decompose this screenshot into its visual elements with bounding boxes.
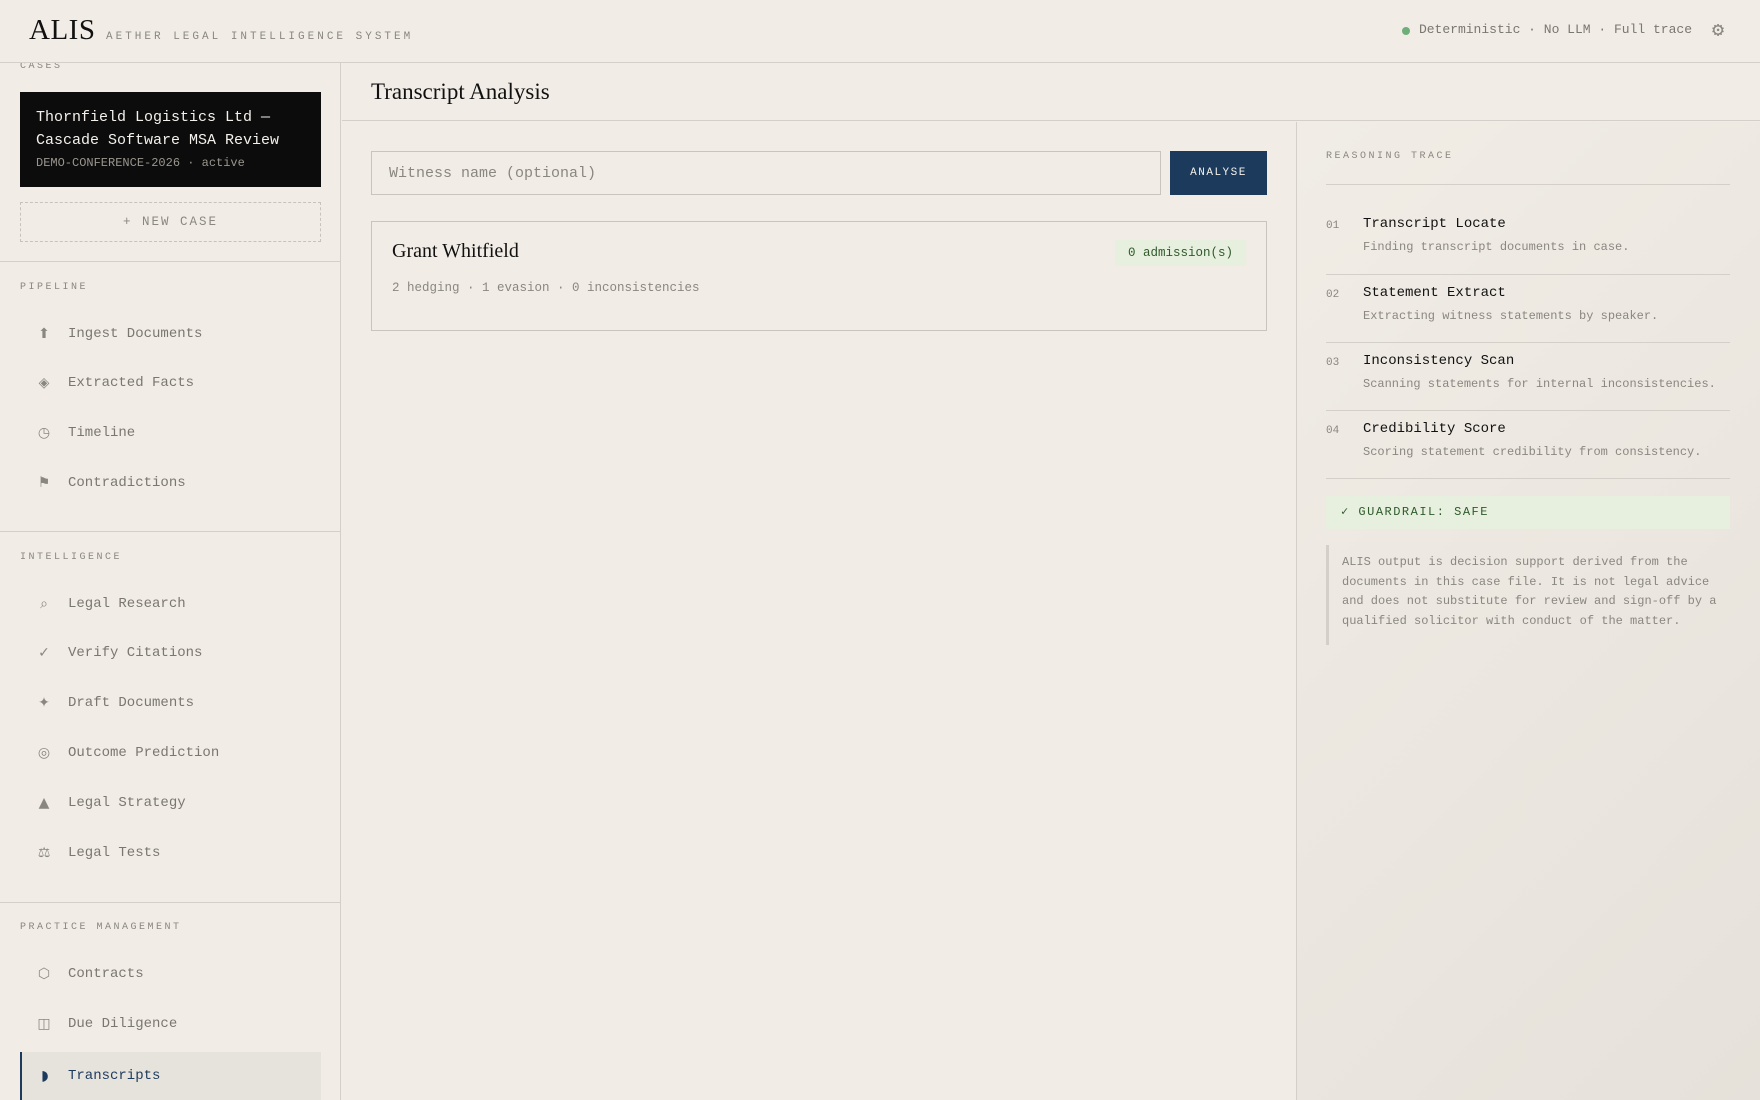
- trace-label: REASONING TRACE: [1326, 151, 1454, 162]
- sidebar-item-transcripts[interactable]: ◗ Transcripts: [20, 1052, 321, 1100]
- step-number: 02: [1326, 289, 1340, 301]
- app-logo[interactable]: ALIS: [29, 14, 95, 47]
- sidebar-item-legal-research[interactable]: ⌕ Legal Research: [20, 580, 321, 628]
- analysis-workspace: ANALYSE Grant Whitfield 0 admission(s) 2…: [342, 122, 1296, 1100]
- search-icon: ⌕: [40, 596, 48, 612]
- sidebar-divider: [0, 531, 340, 532]
- app-header: ALIS AETHER LEGAL INTELLIGENCE SYSTEM De…: [0, 0, 1760, 63]
- trace-divider: [1326, 184, 1730, 185]
- witness-name-input[interactable]: [371, 151, 1161, 195]
- triangle-icon: ▲: [38, 795, 50, 811]
- step-description: Scoring statement credibility from consi…: [1363, 445, 1702, 459]
- page-title-bar: Transcript Analysis: [342, 63, 1760, 121]
- step-description: Finding transcript documents in case.: [1363, 240, 1630, 254]
- step-description: Scanning statements for internal inconsi…: [1363, 377, 1716, 391]
- sidebar-item-label: Draft Documents: [68, 695, 195, 711]
- page-title: Transcript Analysis: [371, 79, 550, 104]
- cases-section-label: CASES: [20, 63, 63, 72]
- app-subtitle: AETHER LEGAL INTELLIGENCE SYSTEM: [106, 31, 414, 43]
- sidebar-item-verify-citations[interactable]: ✓ Verify Citations: [20, 629, 321, 677]
- sidebar-divider: [0, 261, 340, 262]
- step-number: 04: [1326, 425, 1340, 437]
- step-number: 01: [1326, 220, 1340, 232]
- scales-icon: ⚖: [37, 845, 51, 861]
- sidebar-item-due-diligence[interactable]: ◫ Due Diligence: [20, 1000, 321, 1048]
- panel-icon: ◫: [37, 1016, 51, 1032]
- active-case-card[interactable]: Thornfield Logistics Ltd — Cascade Softw…: [20, 92, 321, 187]
- sidebar-item-outcome-prediction[interactable]: ◎ Outcome Prediction: [20, 729, 321, 777]
- upload-icon: ⬆: [38, 326, 50, 342]
- witness-name: Grant Whitfield: [392, 240, 519, 262]
- reasoning-trace-panel: REASONING TRACE 01 Transcript Locate Fin…: [1296, 122, 1760, 1100]
- sidebar-item-contracts[interactable]: ⬡ Contracts: [20, 950, 321, 998]
- check-icon: ✓: [38, 645, 50, 661]
- legal-disclaimer: ALIS output is decision support derived …: [1326, 545, 1730, 645]
- trace-step: 01 Transcript Locate Finding transcript …: [1326, 206, 1730, 274]
- witness-stats: 2 hedging · 1 evasion · 0 inconsistencie…: [392, 281, 700, 295]
- sidebar-item-label: Ingest Documents: [68, 326, 203, 342]
- case-title: Thornfield Logistics Ltd — Cascade Softw…: [36, 109, 280, 149]
- status-dot-icon: [1401, 26, 1410, 35]
- step-number: 03: [1326, 357, 1340, 369]
- sidebar-item-label: Transcripts: [68, 1068, 161, 1084]
- analyse-button[interactable]: ANALYSE: [1170, 151, 1267, 195]
- trace-divider: [1326, 478, 1730, 479]
- main-content: Transcript Analysis ANALYSE Grant Whitfi…: [342, 63, 1760, 1100]
- hexagon-icon: ⬡: [37, 966, 51, 982]
- sidebar-item-draft-documents[interactable]: ✦ Draft Documents: [20, 679, 321, 727]
- witness-result-card[interactable]: Grant Whitfield 0 admission(s) 2 hedging…: [371, 221, 1267, 331]
- guardrail-status-badge: ✓ GUARDRAIL: SAFE: [1326, 496, 1730, 529]
- sidebar-item-label: Verify Citations: [68, 645, 203, 661]
- sidebar-item-legal-tests[interactable]: ⚖ Legal Tests: [20, 829, 321, 877]
- engine-status: Deterministic · No LLM · Full trace: [1401, 22, 1692, 37]
- sidebar-item-label: Legal Research: [68, 596, 186, 612]
- sidebar-item-label: Legal Tests: [68, 845, 161, 861]
- sidebar-item-label: Timeline: [68, 425, 136, 441]
- sidebar: CASES Thornfield Logistics Ltd — Cascade…: [0, 63, 341, 1100]
- sidebar-item-label: Outcome Prediction: [68, 745, 220, 761]
- nav-group-label-pipeline: PIPELINE: [20, 282, 89, 293]
- new-case-button[interactable]: + NEW CASE: [20, 202, 321, 242]
- clock-icon: ◷: [37, 425, 51, 441]
- step-title: Credibility Score: [1363, 421, 1506, 437]
- sidebar-divider: [0, 902, 340, 903]
- nav-group-label-practice-management: PRACTICE MANAGEMENT: [20, 922, 182, 933]
- step-title: Transcript Locate: [1363, 216, 1506, 232]
- case-meta: DEMO-CONFERENCE-2026 · active: [36, 156, 245, 170]
- step-title: Inconsistency Scan: [1363, 353, 1515, 369]
- sidebar-item-label: Extracted Facts: [68, 375, 195, 391]
- sidebar-item-label: Contracts: [68, 966, 144, 982]
- diamond-icon: ◈: [38, 375, 50, 391]
- sidebar-item-legal-strategy[interactable]: ▲ Legal Strategy: [20, 779, 321, 827]
- engine-status-text: Deterministic · No LLM · Full trace: [1418, 22, 1692, 37]
- sidebar-item-label: Legal Strategy: [68, 795, 186, 811]
- nav-group-label-intelligence: INTELLIGENCE: [20, 552, 123, 563]
- admission-badge: 0 admission(s): [1114, 240, 1246, 266]
- half-circle-icon: ◗: [41, 1068, 49, 1084]
- sidebar-item-label: Due Diligence: [68, 1016, 178, 1032]
- step-title: Statement Extract: [1363, 285, 1506, 301]
- step-description: Extracting witness statements by speaker…: [1363, 309, 1659, 323]
- sparkle-icon: ✦: [38, 695, 50, 711]
- gear-icon[interactable]: ⚙: [1712, 17, 1724, 43]
- sidebar-item-label: Contradictions: [68, 475, 186, 491]
- trace-step: 02 Statement Extract Extracting witness …: [1326, 275, 1730, 343]
- sidebar-item-ingest-documents[interactable]: ⬆ Ingest Documents: [20, 310, 321, 358]
- sidebar-item-contradictions[interactable]: ⚑ Contradictions: [20, 459, 321, 507]
- trace-step: 04 Credibility Score Scoring statement c…: [1326, 411, 1730, 479]
- trace-step: 03 Inconsistency Scan Scanning statement…: [1326, 343, 1730, 411]
- target-icon: ◎: [37, 745, 51, 761]
- sidebar-item-timeline[interactable]: ◷ Timeline: [20, 409, 321, 457]
- flag-icon: ⚑: [37, 475, 51, 491]
- sidebar-item-extracted-facts[interactable]: ◈ Extracted Facts: [20, 359, 321, 407]
